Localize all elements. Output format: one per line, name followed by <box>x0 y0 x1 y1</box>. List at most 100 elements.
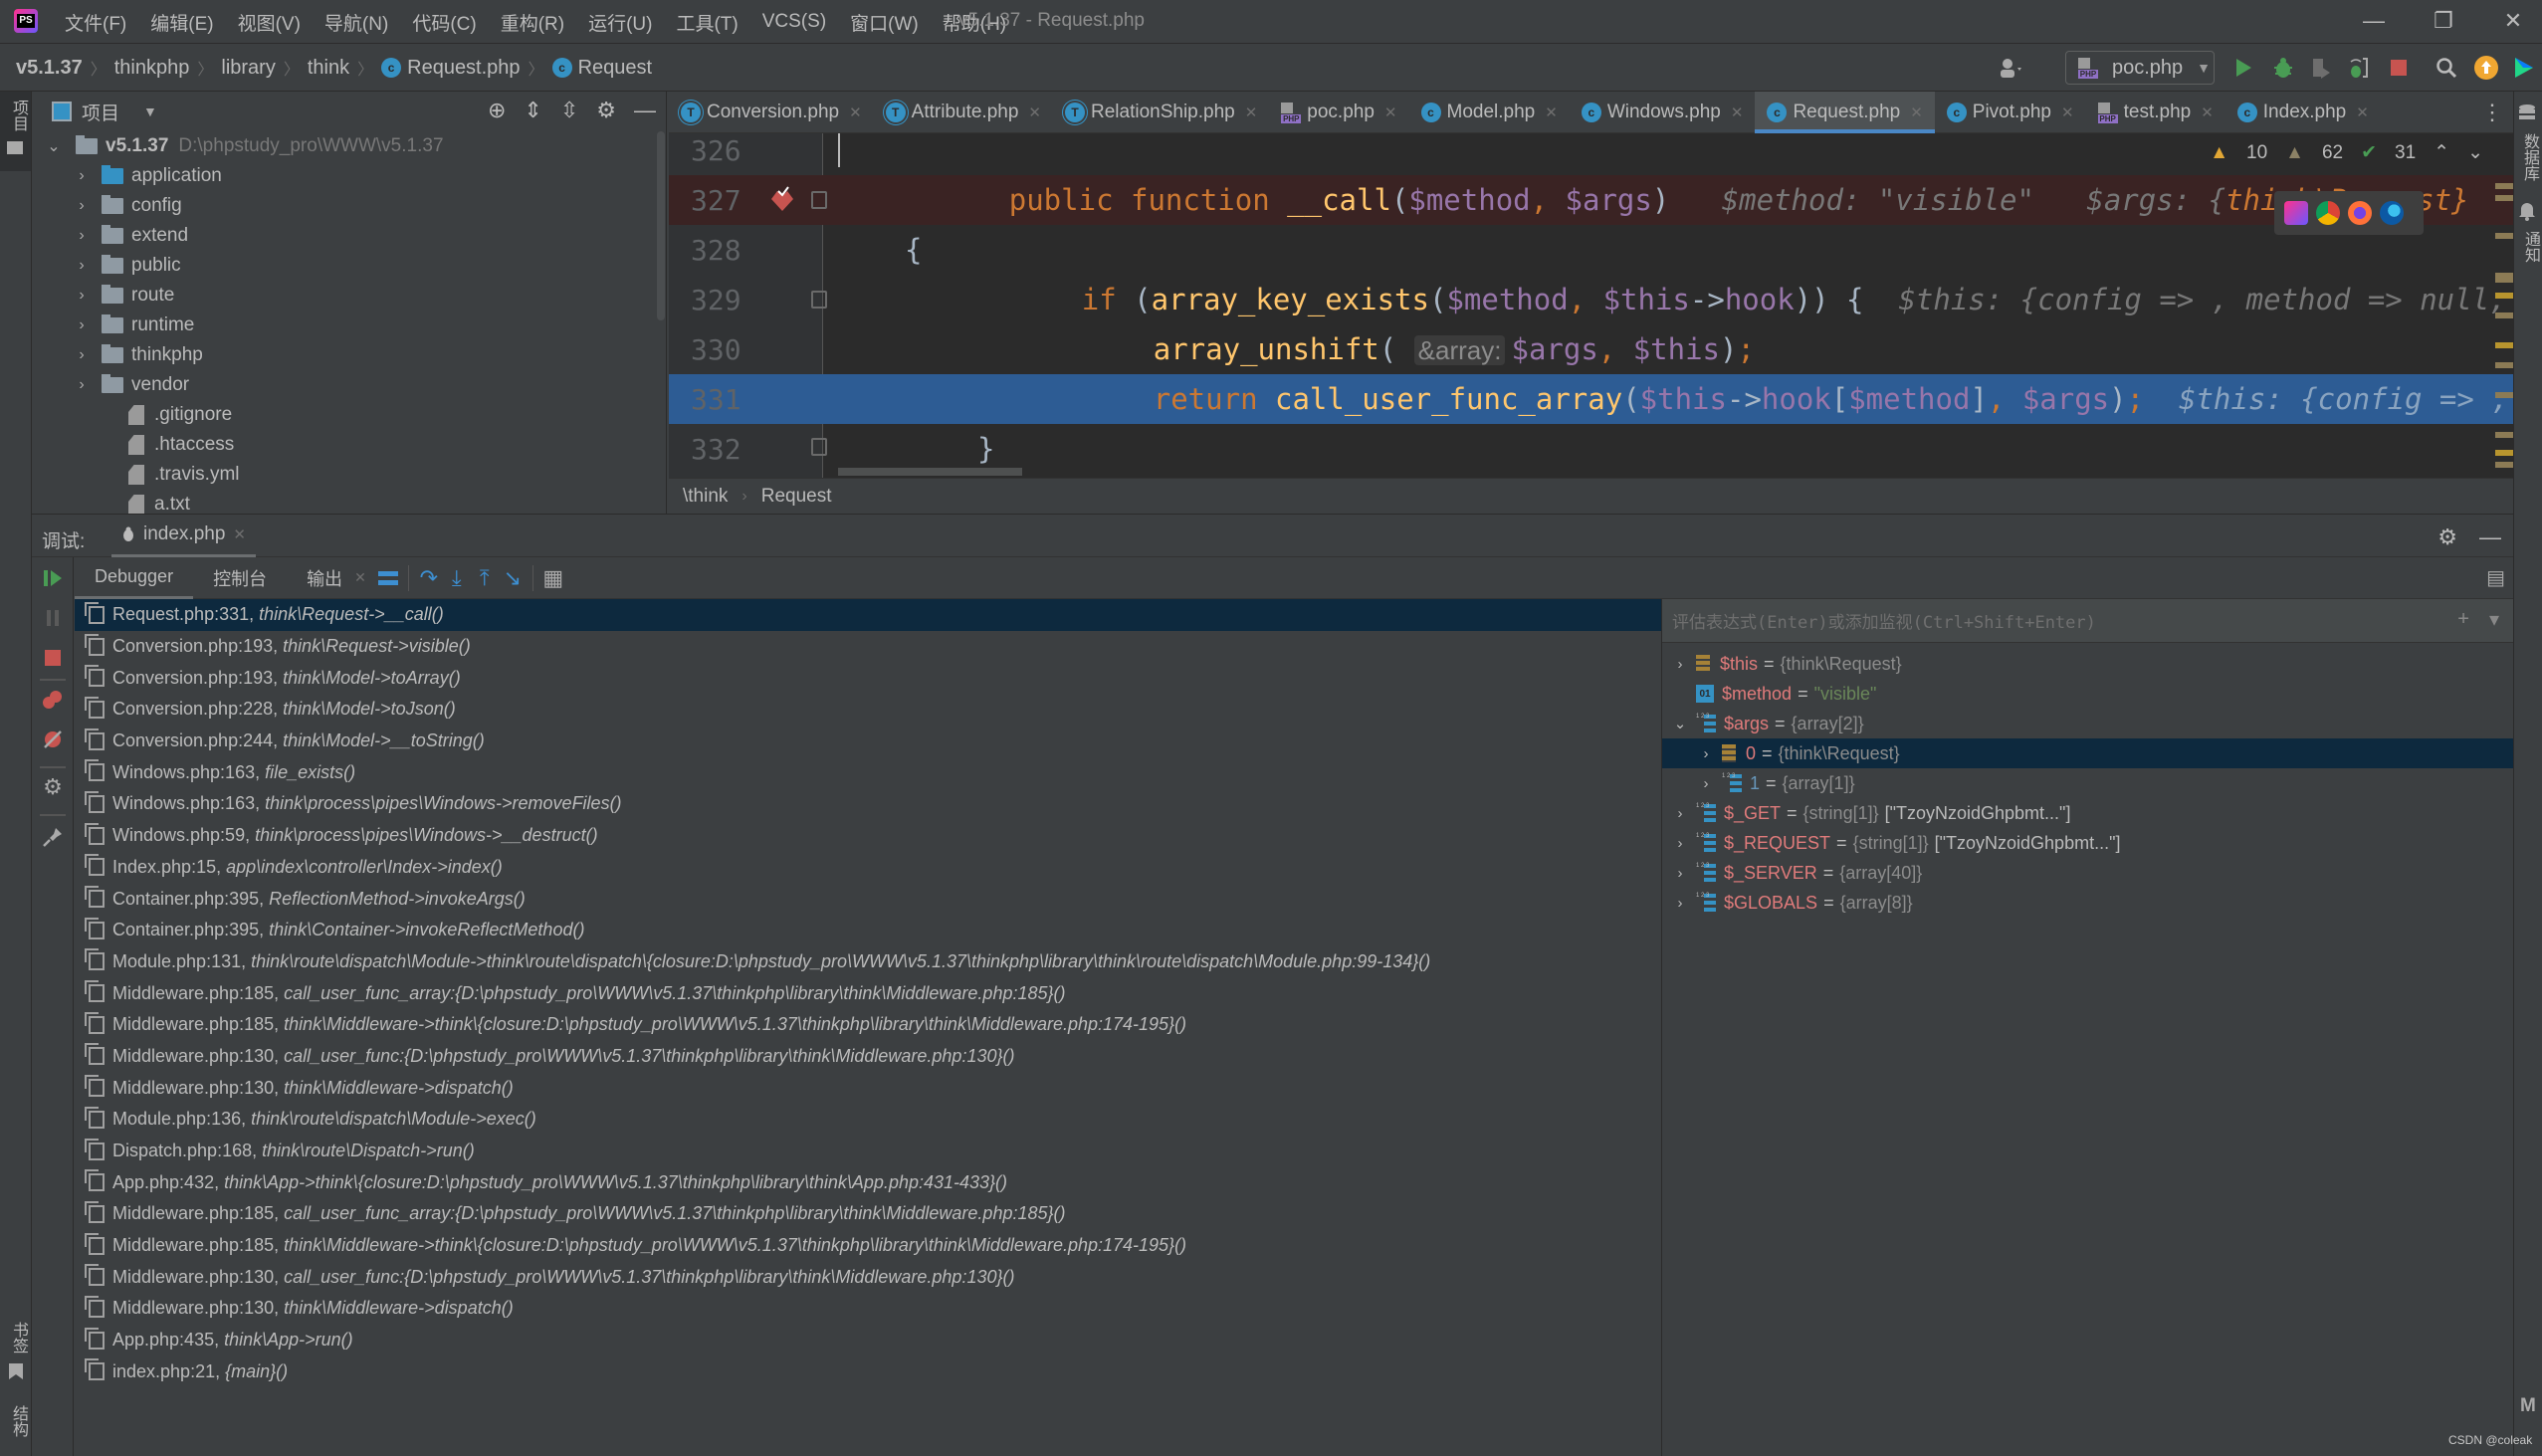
chevron-right-icon[interactable]: › <box>1670 835 1690 852</box>
project-panel-title[interactable]: 项目 <box>82 99 119 125</box>
maven-tool-button[interactable]: M <box>2520 1395 2536 1417</box>
gear-icon[interactable]: ⚙ <box>40 774 66 800</box>
tab-console[interactable]: 控制台 <box>193 557 287 599</box>
breadcrumb-item[interactable]: c Request.php <box>381 57 521 80</box>
close-icon[interactable]: ✕ <box>1384 104 1397 121</box>
tab-windows[interactable]: c Windows.php ✕ <box>1570 92 1756 133</box>
close-icon[interactable]: ✕ <box>1910 104 1923 121</box>
chevron-right-icon[interactable]: › <box>1696 745 1716 762</box>
tree-folder-runtime[interactable]: › runtime <box>32 311 649 340</box>
close-window-button[interactable]: ✕ <box>2498 8 2528 36</box>
chevron-down-icon[interactable]: ▾ <box>2489 607 2499 632</box>
stack-frame[interactable]: Windows.php:163, file_exists() <box>75 756 1661 788</box>
close-icon[interactable]: ✕ <box>2061 104 2074 121</box>
variable-row[interactable]: ›$_SERVER={array[40]} <box>1662 858 2513 888</box>
chevron-right-icon[interactable]: › <box>1670 805 1690 822</box>
stack-frame[interactable]: Middleware.php:130, call_user_func:{D:\ph… <box>75 1261 1661 1293</box>
expand-all-icon[interactable]: ⇕ <box>524 98 541 123</box>
stack-frame[interactable]: Conversion.php:228, think\Model->toJson() <box>75 694 1661 726</box>
close-icon[interactable]: ✕ <box>2356 104 2369 121</box>
close-icon[interactable]: ✕ <box>1545 104 1558 121</box>
tree-folder-public[interactable]: › public <box>32 251 649 281</box>
stack-frame[interactable]: Index.php:15, app\index\controller\Index-… <box>75 852 1661 884</box>
stack-frame[interactable]: Container.php:395, think\Container->invok… <box>75 915 1661 946</box>
chevron-down-icon[interactable]: ⌄ <box>46 136 62 156</box>
chevron-right-icon[interactable]: › <box>1670 656 1690 673</box>
breadcrumb-item[interactable]: library <box>221 57 275 80</box>
chevron-right-icon[interactable]: › <box>74 287 90 305</box>
chevron-down-icon[interactable]: ▼ <box>143 104 157 119</box>
menu-item[interactable]: 代码(C) <box>412 9 476 36</box>
firefox-icon[interactable] <box>2348 201 2372 225</box>
listen-debug-connections-icon[interactable] <box>2343 52 2375 84</box>
debug-bug-icon[interactable] <box>2267 52 2299 84</box>
horizontal-scrollbar[interactable] <box>838 468 1022 476</box>
close-icon[interactable]: ✕ <box>849 104 862 121</box>
locate-file-icon[interactable]: ⊕ <box>488 98 506 123</box>
variable-row[interactable]: ›$GLOBALS={array[8]} <box>1662 888 2513 918</box>
variable-row[interactable]: 01 $method = "visible" <box>1662 679 2513 709</box>
chevron-right-icon[interactable]: › <box>74 376 90 394</box>
stack-frame[interactable]: Dispatch.php:168, think\route\Dispatch->r… <box>75 1136 1661 1167</box>
gear-icon[interactable]: ⚙ <box>2437 524 2457 550</box>
stack-frame[interactable]: Conversion.php:193, think\Request->visibl… <box>75 631 1661 663</box>
menu-item[interactable]: 运行(U) <box>588 9 652 36</box>
stack-frame[interactable]: Middleware.php:185, call_user_func_array:… <box>75 977 1661 1009</box>
chevron-down-icon[interactable]: ⌄ <box>1670 715 1690 732</box>
layout-settings-icon[interactable]: ▤ <box>2486 565 2505 590</box>
stack-frame[interactable]: Conversion.php:193, think\Model->toArray(… <box>75 662 1661 694</box>
tree-file[interactable]: .htaccess <box>32 430 649 460</box>
stack-frame[interactable]: Middleware.php:185, call_user_func_array:… <box>75 1198 1661 1230</box>
menu-item[interactable]: 窗口(W) <box>850 9 919 36</box>
close-icon[interactable]: ✕ <box>1245 104 1258 121</box>
minimize-button[interactable]: — <box>2359 8 2389 36</box>
show-execution-point-icon[interactable] <box>374 564 402 592</box>
stack-frame[interactable]: Middleware.php:130, think\Middleware->dis… <box>75 1072 1661 1104</box>
breadcrumb-item[interactable]: v5.1.37 <box>16 57 83 80</box>
tab-test[interactable]: PHP test.php ✕ <box>2086 92 2225 133</box>
tree-folder-route[interactable]: › route <box>32 281 649 311</box>
inspection-widget[interactable]: ▲ 10 ▲ 62 ✔ 31 ⌃ ⌄ <box>2210 141 2483 164</box>
breadcrumb-class[interactable]: Request <box>761 486 832 508</box>
menu-item[interactable]: 文件(F) <box>65 9 126 36</box>
evaluate-expression-input[interactable]: 评估表达式(Enter)或添加监视(Ctrl+Shift+Enter) <box>1662 599 2513 643</box>
menu-item[interactable]: 视图(V) <box>238 9 301 36</box>
tree-folder-application[interactable]: › application <box>32 161 649 191</box>
fold-icon[interactable] <box>811 438 827 456</box>
tab-output[interactable]: 输出 ✕ <box>287 557 374 599</box>
close-icon[interactable]: ✕ <box>354 569 366 586</box>
debug-session-tab[interactable]: index.php ✕ <box>111 515 256 558</box>
evaluate-expression-icon[interactable]: ▦ <box>539 564 567 592</box>
view-breakpoints-button[interactable] <box>40 687 66 713</box>
close-icon[interactable]: ✕ <box>233 525 246 543</box>
variable-row[interactable]: ›$_REQUEST={string[1]}["TzoyNzoidGhpbmt.… <box>1662 828 2513 858</box>
tree-folder-vendor[interactable]: › vendor <box>32 370 649 400</box>
chevron-right-icon[interactable]: › <box>74 227 90 245</box>
pause-button[interactable] <box>40 605 66 631</box>
step-out-icon[interactable]: ⤒ <box>471 564 499 592</box>
menu-item[interactable]: VCS(S) <box>762 11 826 33</box>
tree-folder-config[interactable]: › config <box>32 191 649 221</box>
hide-panel-icon[interactable]: — <box>634 98 656 123</box>
tree-file[interactable]: .gitignore <box>32 400 649 430</box>
breadcrumb-item[interactable]: thinkphp <box>114 57 190 80</box>
stack-frame[interactable]: Middleware.php:130, call_user_func:{D:\ph… <box>75 1041 1661 1073</box>
next-highlight-icon[interactable]: ⌄ <box>2467 141 2483 164</box>
update-icon[interactable] <box>2470 52 2502 84</box>
breadcrumb-namespace[interactable]: \think <box>683 486 728 508</box>
menu-item[interactable]: 工具(T) <box>676 9 738 36</box>
tab-poc[interactable]: PHP poc.php ✕ <box>1269 92 1408 133</box>
tab-model[interactable]: c Model.php ✕ <box>1409 92 1570 133</box>
tree-file[interactable]: .travis.yml <box>32 460 649 490</box>
mute-breakpoints-button[interactable] <box>40 727 66 752</box>
more-tabs-icon[interactable]: ⋮ <box>2481 100 2503 125</box>
run-button[interactable] <box>2227 52 2259 84</box>
menu-item[interactable]: 导航(N) <box>324 9 388 36</box>
variable-row[interactable]: › $this = {think\Request} <box>1662 649 2513 679</box>
resume-program-button[interactable] <box>40 565 66 591</box>
step-over-icon[interactable]: ↷ <box>415 564 443 592</box>
tab-attribute[interactable]: T Attribute.php ✕ <box>874 92 1053 133</box>
run-to-cursor-icon[interactable]: ↘ <box>499 564 527 592</box>
search-icon[interactable] <box>2431 52 2462 84</box>
tab-relationship[interactable]: T RelationShip.php ✕ <box>1053 92 1269 133</box>
